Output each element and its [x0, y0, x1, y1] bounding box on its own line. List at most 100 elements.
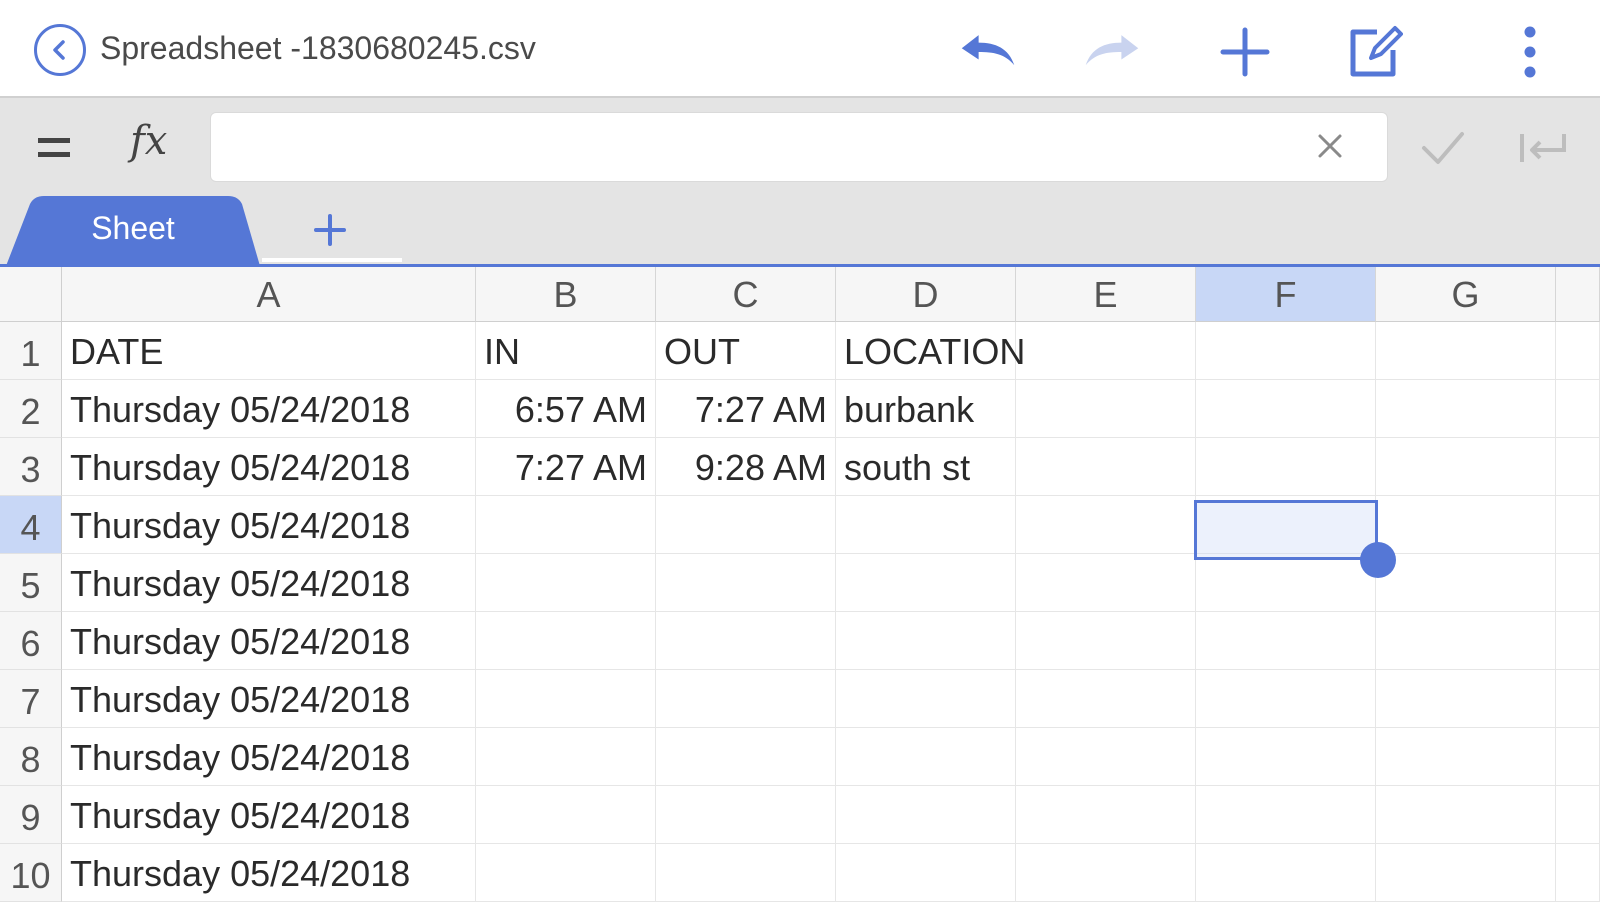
row-header-10[interactable]: 10	[0, 844, 62, 902]
undo-icon[interactable]	[958, 22, 1018, 82]
cell-d3[interactable]: south st	[836, 438, 1016, 496]
cell-g8[interactable]	[1376, 728, 1556, 786]
cell-selection[interactable]	[1194, 500, 1378, 560]
cell-d8[interactable]	[836, 728, 1016, 786]
cell-c9[interactable]	[656, 786, 836, 844]
cell-e10[interactable]	[1016, 844, 1196, 902]
cell-f5[interactable]	[1196, 554, 1376, 612]
cell-f3[interactable]	[1196, 438, 1376, 496]
cell-g5[interactable]	[1376, 554, 1556, 612]
cell-b7[interactable]	[476, 670, 656, 728]
row-header-1[interactable]: 1	[0, 322, 62, 380]
cell-a8[interactable]: Thursday 05/24/2018	[62, 728, 476, 786]
column-header-b[interactable]: B	[476, 267, 656, 322]
cell-f7[interactable]	[1196, 670, 1376, 728]
cell-b1[interactable]: IN	[476, 322, 656, 380]
row-header-9[interactable]: 9	[0, 786, 62, 844]
cell-d9[interactable]	[836, 786, 1016, 844]
cell-e9[interactable]	[1016, 786, 1196, 844]
cell-b6[interactable]	[476, 612, 656, 670]
cell-a2[interactable]: Thursday 05/24/2018	[62, 380, 476, 438]
cell-a3[interactable]: Thursday 05/24/2018	[62, 438, 476, 496]
cell-a7[interactable]: Thursday 05/24/2018	[62, 670, 476, 728]
column-header-g[interactable]: G	[1376, 267, 1556, 322]
confirm-icon[interactable]	[1418, 126, 1468, 170]
cell-e6[interactable]	[1016, 612, 1196, 670]
column-header-d[interactable]: D	[836, 267, 1016, 322]
cell-c10[interactable]	[656, 844, 836, 902]
cell-g1[interactable]	[1376, 322, 1556, 380]
cell-a10[interactable]: Thursday 05/24/2018	[62, 844, 476, 902]
row-header-7[interactable]: 7	[0, 670, 62, 728]
more-vertical-icon[interactable]	[1500, 22, 1560, 82]
cell-f6[interactable]	[1196, 612, 1376, 670]
row-header-4[interactable]: 4	[0, 496, 62, 554]
cell-f9[interactable]	[1196, 786, 1376, 844]
cell-f10[interactable]	[1196, 844, 1376, 902]
cell-c2[interactable]: 7:27 AM	[656, 380, 836, 438]
formula-input[interactable]	[210, 112, 1388, 182]
cell-e8[interactable]	[1016, 728, 1196, 786]
cell-e2[interactable]	[1016, 380, 1196, 438]
enter-icon[interactable]	[1518, 126, 1570, 170]
cell-e5[interactable]	[1016, 554, 1196, 612]
cell-d7[interactable]	[836, 670, 1016, 728]
cell-g10[interactable]	[1376, 844, 1556, 902]
cell-d1[interactable]: LOCATION	[836, 322, 1025, 380]
cell-c1[interactable]: OUT	[656, 322, 836, 380]
cell-b2[interactable]: 6:57 AM	[476, 380, 656, 438]
fill-handle[interactable]	[1360, 542, 1396, 578]
cell-b4[interactable]	[476, 496, 656, 554]
cell-g6[interactable]	[1376, 612, 1556, 670]
back-icon[interactable]	[34, 24, 86, 76]
cell-g4[interactable]	[1376, 496, 1556, 554]
menu-equals-icon[interactable]	[34, 128, 74, 168]
cell-a4[interactable]: Thursday 05/24/2018	[62, 496, 476, 554]
cell-e4[interactable]	[1016, 496, 1196, 554]
cell-g7[interactable]	[1376, 670, 1556, 728]
cell-g2[interactable]	[1376, 380, 1556, 438]
cell-b8[interactable]	[476, 728, 656, 786]
redo-icon[interactable]	[1082, 22, 1142, 82]
grid-corner[interactable]	[0, 267, 62, 322]
row-header-3[interactable]: 3	[0, 438, 62, 496]
cell-a6[interactable]: Thursday 05/24/2018	[62, 612, 476, 670]
row-header-5[interactable]: 5	[0, 554, 62, 612]
row-header-8[interactable]: 8	[0, 728, 62, 786]
cell-g9[interactable]	[1376, 786, 1556, 844]
cell-d2[interactable]: burbank	[836, 380, 1016, 438]
cell-c5[interactable]	[656, 554, 836, 612]
column-header-c[interactable]: C	[656, 267, 836, 322]
row-header-2[interactable]: 2	[0, 380, 62, 438]
cell-e7[interactable]	[1016, 670, 1196, 728]
cell-d5[interactable]	[836, 554, 1016, 612]
cell-g3[interactable]	[1376, 438, 1556, 496]
cell-c6[interactable]	[656, 612, 836, 670]
cell-c7[interactable]	[656, 670, 836, 728]
cell-b3[interactable]: 7:27 AM	[476, 438, 656, 496]
function-icon[interactable]: fx	[130, 118, 167, 164]
cell-d6[interactable]	[836, 612, 1016, 670]
cell-d4[interactable]	[836, 496, 1016, 554]
add-sheet-button[interactable]	[300, 206, 360, 254]
column-header-e[interactable]: E	[1016, 267, 1196, 322]
cell-b9[interactable]	[476, 786, 656, 844]
cell-f8[interactable]	[1196, 728, 1376, 786]
cell-c3[interactable]: 9:28 AM	[656, 438, 836, 496]
cell-e1[interactable]	[1016, 322, 1196, 380]
column-header-a[interactable]: A	[62, 267, 476, 322]
row-header-6[interactable]: 6	[0, 612, 62, 670]
cell-b5[interactable]	[476, 554, 656, 612]
clear-icon[interactable]	[1310, 126, 1350, 166]
cell-b10[interactable]	[476, 844, 656, 902]
cell-a1[interactable]: DATE	[62, 322, 476, 380]
add-icon[interactable]	[1215, 22, 1275, 82]
cell-c8[interactable]	[656, 728, 836, 786]
cell-f2[interactable]	[1196, 380, 1376, 438]
cell-c4[interactable]	[656, 496, 836, 554]
cell-a5[interactable]: Thursday 05/24/2018	[62, 554, 476, 612]
edit-icon[interactable]	[1345, 22, 1405, 82]
cell-a9[interactable]: Thursday 05/24/2018	[62, 786, 476, 844]
column-header-f[interactable]: F	[1196, 267, 1376, 322]
cell-d10[interactable]	[836, 844, 1016, 902]
